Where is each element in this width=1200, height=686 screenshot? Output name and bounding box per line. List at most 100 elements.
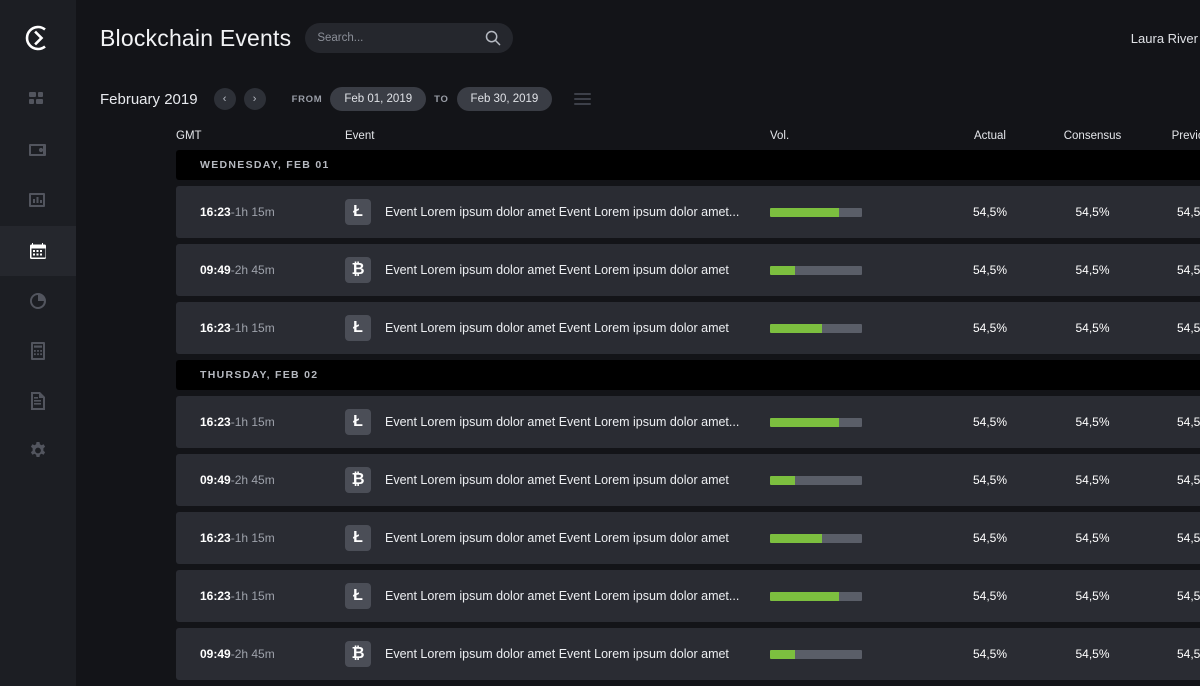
- next-month-button[interactable]: ›: [243, 88, 266, 110]
- table-row[interactable]: 16:23 - 1h 15m Ł Event Lorem ipsum dolor a…: [176, 512, 1200, 564]
- volume-bar-fill: [770, 265, 795, 275]
- cell-previous: 54,5%: [1176, 589, 1200, 603]
- search-icon[interactable]: [485, 30, 501, 46]
- cell-event: Ł Event Lorem ipsum dolor amet Event Lore…: [345, 199, 770, 225]
- volume-bar-fill: [770, 475, 795, 485]
- volume-bar-fill: [770, 649, 795, 659]
- column-header-consensus: Consensus: [1063, 130, 1122, 142]
- event-time: 16:23: [200, 589, 231, 603]
- day-header-label: THURSDAY, FEB 02: [200, 369, 319, 381]
- column-header-previous: Previous: [1171, 130, 1200, 142]
- sidebar-item-dashboard[interactable]: [0, 76, 76, 126]
- cell-event: Ł Event Lorem ipsum dolor amet Event Lore…: [345, 315, 770, 341]
- day-header: WEDNESDAY, FEB 01: [176, 150, 1200, 180]
- date-range: FROM Feb 01, 2019 TO Feb 30, 2019: [292, 87, 553, 111]
- table-row[interactable]: 09:49 - 2h 45m ₿ Event Lorem ipsum dolor a…: [176, 628, 1200, 680]
- cell-actual: 54,5%: [972, 531, 1008, 545]
- wallet-icon: [29, 144, 46, 156]
- cell-consensus: 54,5%: [1075, 589, 1110, 603]
- app-root: Blockchain Events Laura River: [0, 0, 1200, 686]
- event-duration: 1h 15m: [234, 205, 275, 219]
- gear-icon: [30, 442, 46, 457]
- to-label: TO: [434, 93, 449, 105]
- top-header: Blockchain Events Laura River: [76, 0, 1200, 76]
- table-row[interactable]: 16:23 - 1h 15m Ł Event Lorem ipsum dolor a…: [176, 570, 1200, 622]
- day-header: THURSDAY, FEB 02: [176, 360, 1200, 390]
- cell-volume: [770, 417, 940, 427]
- event-time: 16:23: [200, 205, 231, 219]
- sidebar-item-history[interactable]: [0, 276, 76, 326]
- bitcoin-icon: ₿: [345, 467, 371, 493]
- user-name: Laura River: [1130, 30, 1198, 46]
- cell-previous: 54,5%: [1176, 321, 1200, 335]
- event-duration: 2h 45m: [234, 647, 275, 661]
- search-box[interactable]: [305, 23, 514, 53]
- litecoin-icon: Ł: [345, 525, 371, 551]
- user-menu[interactable]: Laura River: [1131, 22, 1200, 54]
- volume-bar-track: [770, 475, 862, 485]
- cell-actual: 54,5%: [972, 321, 1008, 335]
- volume-bar-track: [770, 417, 862, 427]
- cell-volume: [770, 323, 940, 333]
- cell-volume: [770, 533, 940, 543]
- coin-logo[interactable]: [0, 0, 76, 76]
- sidebar-item-markets[interactable]: [0, 176, 76, 226]
- table-row[interactable]: 16:23 - 1h 15m Ł Event Lorem ipsum dolor a…: [176, 396, 1200, 448]
- sidebar-item-settings[interactable]: [0, 426, 76, 476]
- event-time: 16:23: [200, 531, 231, 545]
- dashboard-icon: [29, 92, 43, 104]
- cell-event: Ł Event Lorem ipsum dolor amet Event Lore…: [345, 525, 770, 551]
- table-row[interactable]: 16:23 - 1h 15m Ł Event Lorem ipsum dolor a…: [176, 302, 1200, 354]
- sidebar-item-events[interactable]: [0, 226, 76, 276]
- events-table-body: WEDNESDAY, FEB 01 16:23 - 1h 15m Ł Event Lo…: [76, 150, 1200, 680]
- date-toolbar: February 2019 ‹ › FROM Feb 01, 2019 TO F…: [76, 76, 1200, 122]
- cell-consensus: 54,5%: [1075, 205, 1110, 219]
- cell-previous: 54,5%: [1176, 647, 1200, 661]
- column-header-gmt: GMT: [176, 130, 202, 142]
- sidebar-item-reports[interactable]: [0, 376, 76, 426]
- litecoin-icon: Ł: [345, 409, 371, 435]
- search-input[interactable]: [317, 32, 486, 44]
- volume-bar-track: [770, 323, 862, 333]
- event-duration: 1h 15m: [234, 415, 275, 429]
- volume-bar-fill: [770, 591, 839, 601]
- volume-bar-track: [770, 265, 862, 275]
- cell-consensus: 54,5%: [1075, 415, 1110, 429]
- event-duration: 1h 15m: [234, 589, 275, 603]
- event-title: Event Lorem ipsum dolor amet Event Lorem…: [385, 531, 729, 545]
- filter-icon[interactable]: [574, 93, 592, 105]
- event-time: 09:49: [200, 647, 231, 661]
- cell-consensus: 54,5%: [1075, 321, 1110, 335]
- sidebar: [0, 0, 76, 686]
- table-row[interactable]: 16:23 - 1h 15m Ł Event Lorem ipsum dolor a…: [176, 186, 1200, 238]
- sidebar-nav: [0, 76, 76, 476]
- cell-actual: 54,5%: [972, 473, 1008, 487]
- clock-icon: [30, 293, 46, 309]
- cell-gmt: 16:23 - 1h 15m: [176, 415, 345, 429]
- to-date-input[interactable]: Feb 30, 2019: [456, 87, 553, 111]
- prev-month-button[interactable]: ‹: [213, 88, 236, 110]
- cell-previous: 54,5%: [1176, 205, 1200, 219]
- cell-volume: [770, 475, 940, 485]
- event-duration: 2h 45m: [234, 473, 275, 487]
- current-month-label: February 2019: [100, 90, 198, 108]
- filter-bar-3: [574, 103, 592, 105]
- column-header-vol: Vol.: [770, 130, 790, 142]
- from-label: FROM: [291, 93, 323, 105]
- coin-logo-icon: [25, 25, 46, 51]
- document-icon: [31, 392, 45, 410]
- table-row[interactable]: 09:49 - 2h 45m ₿ Event Lorem ipsum dolor a…: [176, 244, 1200, 296]
- table-row[interactable]: 09:49 - 2h 45m ₿ Event Lorem ipsum dolor a…: [176, 454, 1200, 506]
- calendar-icon: [29, 242, 46, 259]
- event-title: Event Lorem ipsum dolor amet Event Lorem…: [385, 205, 740, 219]
- sidebar-item-wallet[interactable]: [0, 126, 76, 176]
- from-date-input[interactable]: Feb 01, 2019: [330, 87, 427, 111]
- cell-previous: 54,5%: [1176, 415, 1200, 429]
- event-time: 16:23: [200, 321, 231, 335]
- litecoin-icon: Ł: [345, 583, 371, 609]
- cell-consensus: 54,5%: [1075, 263, 1110, 277]
- sidebar-item-calculator[interactable]: [0, 326, 76, 376]
- cell-actual: 54,5%: [972, 263, 1008, 277]
- day-header-label: WEDNESDAY, FEB 01: [200, 159, 330, 171]
- cell-gmt: 09:49 - 2h 45m: [176, 647, 345, 661]
